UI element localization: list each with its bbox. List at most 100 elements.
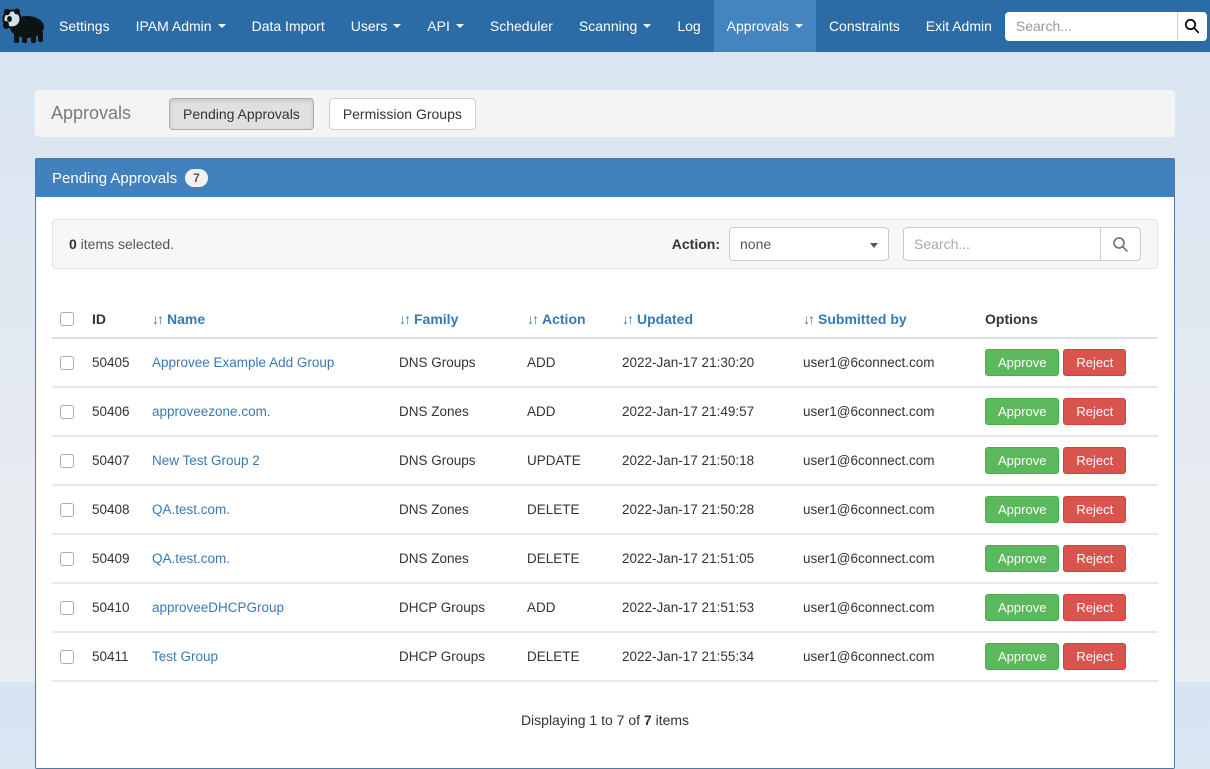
approve-button[interactable]: Approve	[985, 643, 1059, 670]
column-header-submitted-by[interactable]: ↓↑Submitted by	[795, 303, 977, 338]
approval-name-link[interactable]: QA.test.com.	[152, 502, 230, 517]
navbar-right	[1005, 0, 1210, 52]
page-tabs-bar: Approvals Pending Approvals Permission G…	[35, 90, 1175, 137]
cell-updated: 2022-Jan-17 21:30:20	[614, 338, 795, 387]
count-badge: 7	[185, 169, 208, 187]
toolbar-right: Action: none	[672, 227, 1141, 261]
cell-id: 50406	[84, 387, 144, 436]
column-header-id: ID	[84, 303, 144, 338]
cell-submitted-by: user1@6connect.com	[795, 632, 977, 681]
approval-name-link[interactable]: approveeDHCPGroup	[152, 600, 284, 615]
panel-body: 0 items selected. Action: none	[36, 197, 1174, 768]
cell-family: DNS Groups	[391, 436, 519, 485]
select-all-checkbox[interactable]	[60, 312, 74, 326]
cell-submitted-by: user1@6connect.com	[795, 387, 977, 436]
column-header-family[interactable]: ↓↑Family	[391, 303, 519, 338]
reject-button[interactable]: Reject	[1063, 398, 1126, 425]
column-header-updated[interactable]: ↓↑Updated	[614, 303, 795, 338]
row-checkbox[interactable]	[60, 552, 74, 566]
row-checkbox[interactable]	[60, 356, 74, 370]
chevron-down-icon	[393, 24, 401, 28]
cell-updated: 2022-Jan-17 21:51:53	[614, 583, 795, 632]
nav-item-constraints[interactable]: Constraints	[816, 0, 913, 52]
cell-id: 50408	[84, 485, 144, 534]
global-search-button[interactable]	[1177, 12, 1207, 41]
cell-updated: 2022-Jan-17 21:49:57	[614, 387, 795, 436]
nav-item-data-import[interactable]: Data Import	[239, 0, 338, 52]
panda-logo[interactable]	[0, 0, 46, 52]
action-label: Action:	[672, 236, 720, 252]
cell-id: 50405	[84, 338, 144, 387]
pending-approvals-table: ID ↓↑Name ↓↑Family ↓↑Action ↓↑Updated ↓↑…	[52, 303, 1158, 682]
approval-name-link[interactable]: approveezone.com.	[152, 404, 271, 419]
table-search-input[interactable]	[903, 227, 1101, 261]
total-items-count: 7	[644, 712, 652, 728]
approval-name-link[interactable]: New Test Group 2	[152, 453, 260, 468]
nav-item-scanning[interactable]: Scanning	[566, 0, 664, 52]
nav-menu: Settings IPAM Admin Data Import Users AP…	[46, 0, 1005, 52]
cell-updated: 2022-Jan-17 21:50:18	[614, 436, 795, 485]
action-select[interactable]: none	[729, 227, 889, 261]
cell-family: DNS Zones	[391, 387, 519, 436]
nav-item-ipam-admin[interactable]: IPAM Admin	[123, 0, 239, 52]
nav-item-approvals[interactable]: Approvals	[714, 0, 816, 52]
reject-button[interactable]: Reject	[1063, 643, 1126, 670]
cell-action: DELETE	[519, 534, 614, 583]
approve-button[interactable]: Approve	[985, 447, 1059, 474]
approve-button[interactable]: Approve	[985, 545, 1059, 572]
sort-icon: ↓↑	[399, 311, 409, 327]
nav-item-api[interactable]: API	[414, 0, 477, 52]
reject-button[interactable]: Reject	[1063, 496, 1126, 523]
column-header-name[interactable]: ↓↑Name	[144, 303, 391, 338]
column-header-action[interactable]: ↓↑Action	[519, 303, 614, 338]
approve-button[interactable]: Approve	[985, 496, 1059, 523]
approval-name-link[interactable]: Approvee Example Add Group	[152, 355, 334, 370]
cell-id: 50411	[84, 632, 144, 681]
reject-button[interactable]: Reject	[1063, 594, 1126, 621]
nav-item-users[interactable]: Users	[338, 0, 415, 52]
approve-button[interactable]: Approve	[985, 594, 1059, 621]
cell-id: 50409	[84, 534, 144, 583]
table-search-button[interactable]	[1101, 227, 1141, 261]
nav-item-log[interactable]: Log	[664, 0, 713, 52]
reject-button[interactable]: Reject	[1063, 349, 1126, 376]
cell-family: DNS Zones	[391, 534, 519, 583]
cell-updated: 2022-Jan-17 21:50:28	[614, 485, 795, 534]
cell-updated: 2022-Jan-17 21:55:34	[614, 632, 795, 681]
row-checkbox[interactable]	[60, 454, 74, 468]
nav-item-settings[interactable]: Settings	[46, 0, 123, 52]
cell-family: DNS Groups	[391, 338, 519, 387]
chevron-down-icon	[795, 24, 803, 28]
cell-family: DNS Zones	[391, 485, 519, 534]
bulk-action-toolbar: 0 items selected. Action: none	[52, 219, 1158, 269]
approve-button[interactable]: Approve	[985, 398, 1059, 425]
cell-action: ADD	[519, 583, 614, 632]
row-checkbox[interactable]	[60, 405, 74, 419]
top-navbar: Settings IPAM Admin Data Import Users AP…	[0, 0, 1210, 52]
cell-updated: 2022-Jan-17 21:51:05	[614, 534, 795, 583]
tab-pending-approvals[interactable]: Pending Approvals	[169, 98, 314, 130]
nav-item-exit-admin[interactable]: Exit Admin	[913, 0, 1005, 52]
row-checkbox[interactable]	[60, 650, 74, 664]
reject-button[interactable]: Reject	[1063, 447, 1126, 474]
global-search-input[interactable]	[1005, 12, 1177, 41]
search-icon	[1184, 18, 1200, 34]
chevron-down-icon	[870, 243, 878, 248]
pagination-status: Displaying 1 to 7 of 7 items	[52, 712, 1158, 728]
row-checkbox[interactable]	[60, 601, 74, 615]
tab-permission-groups[interactable]: Permission Groups	[329, 98, 476, 130]
cell-id: 50407	[84, 436, 144, 485]
row-checkbox[interactable]	[60, 503, 74, 517]
approval-name-link[interactable]: Test Group	[152, 649, 218, 664]
cell-action: ADD	[519, 387, 614, 436]
cell-submitted-by: user1@6connect.com	[795, 338, 977, 387]
approve-button[interactable]: Approve	[985, 349, 1059, 376]
nav-item-scheduler[interactable]: Scheduler	[477, 0, 566, 52]
reject-button[interactable]: Reject	[1063, 545, 1126, 572]
table-row: 50406 approveezone.com. DNS Zones ADD 20…	[52, 387, 1158, 436]
table-row: 50409 QA.test.com. DNS Zones DELETE 2022…	[52, 534, 1158, 583]
sort-icon: ↓↑	[152, 311, 162, 327]
cell-action: UPDATE	[519, 436, 614, 485]
page-title: Approvals	[51, 103, 131, 124]
approval-name-link[interactable]: QA.test.com.	[152, 551, 230, 566]
